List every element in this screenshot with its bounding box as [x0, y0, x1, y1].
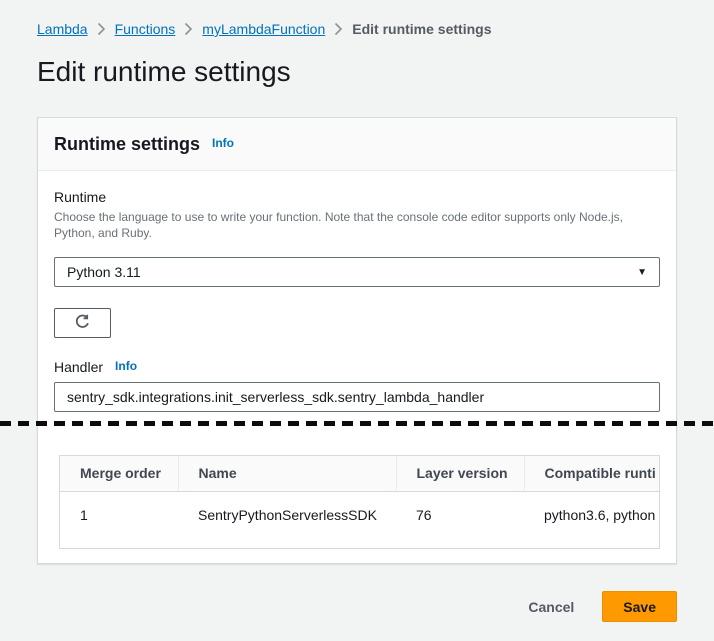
breadcrumb-chevron-icon — [184, 22, 193, 36]
runtime-settings-info-link[interactable]: Info — [212, 136, 234, 150]
runtime-field-description: Choose the language to use to write your… — [54, 209, 666, 241]
handler-info-link[interactable]: Info — [115, 359, 137, 373]
layers-table: Merge order Name Layer version Compatibl… — [59, 455, 660, 549]
column-header-merge-order: Merge order — [60, 456, 178, 491]
breadcrumb-functions-link[interactable]: Functions — [115, 21, 176, 37]
breadcrumb-current-page: Edit runtime settings — [352, 21, 491, 37]
breadcrumb-function-name-link[interactable]: myLambdaFunction — [202, 21, 325, 37]
refresh-icon — [74, 313, 91, 333]
cell-merge-order: 1 — [60, 491, 178, 548]
cancel-button[interactable]: Cancel — [528, 599, 574, 615]
save-button[interactable]: Save — [602, 591, 677, 622]
refresh-runtimes-button[interactable] — [54, 308, 111, 338]
column-header-name: Name — [178, 456, 396, 491]
column-header-layer-version: Layer version — [396, 456, 524, 491]
runtime-settings-panel: Runtime settings Info Runtime Choose the… — [37, 117, 677, 564]
panel-header: Runtime settings Info — [38, 118, 676, 171]
runtime-select[interactable]: Python 3.11 ▼ — [54, 257, 660, 287]
panel-body: Runtime Choose the language to use to wr… — [38, 171, 676, 549]
handler-field-label: Handler — [54, 358, 103, 376]
breadcrumb-lambda-link[interactable]: Lambda — [37, 21, 88, 37]
runtime-field-label: Runtime — [54, 188, 660, 206]
table-header-row: Merge order Name Layer version Compatibl… — [60, 456, 660, 491]
cell-layer-version: 76 — [396, 491, 524, 548]
handler-input[interactable] — [54, 382, 660, 412]
chevron-down-icon: ▼ — [637, 267, 647, 278]
breadcrumb-chevron-icon — [97, 22, 106, 36]
cell-compatible-runtimes: python3.6, python — [524, 491, 660, 548]
page-title: Edit runtime settings — [37, 56, 291, 88]
breadcrumb-chevron-icon — [334, 22, 343, 36]
cell-layer-name: SentryPythonServerlessSDK — [178, 491, 396, 548]
footer-actions: Cancel Save — [528, 591, 677, 622]
runtime-select-value: Python 3.11 — [67, 264, 141, 280]
table-row: 1 SentryPythonServerlessSDK 76 python3.6… — [60, 491, 660, 548]
dashed-cut-line — [0, 421, 714, 426]
column-header-compatible-runtimes: Compatible runti — [524, 456, 660, 491]
breadcrumb: Lambda Functions myLambdaFunction Edit r… — [37, 21, 491, 37]
panel-title: Runtime settings — [54, 134, 200, 155]
